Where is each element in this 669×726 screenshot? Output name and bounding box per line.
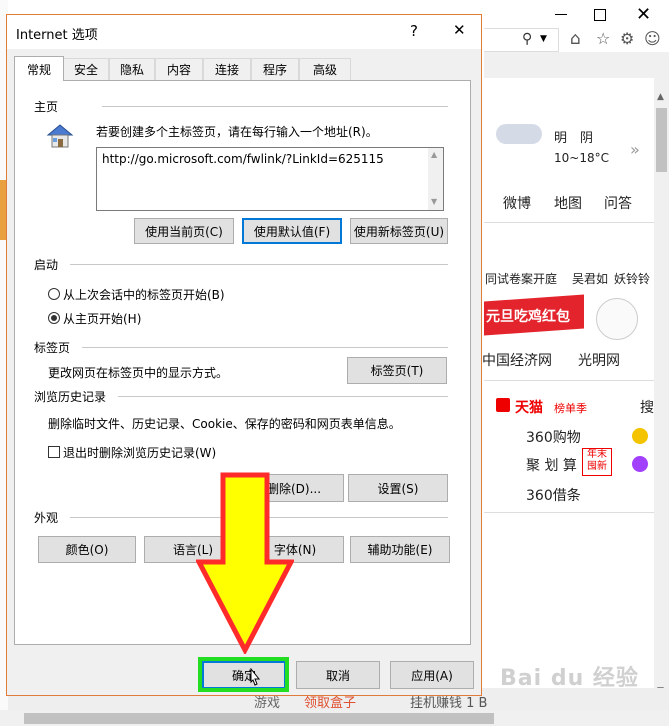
nav-link-map[interactable]: 地图 bbox=[554, 193, 582, 213]
tab-content[interactable]: 内容 bbox=[155, 58, 203, 80]
news-snippet[interactable]: 同试卷案开庭 bbox=[485, 270, 557, 287]
tab-programs[interactable]: 程序 bbox=[251, 58, 299, 80]
site-link[interactable]: 中国经济网 bbox=[482, 350, 552, 370]
year-end-badge: 年末 囤新 bbox=[582, 448, 612, 476]
scroll-thumb[interactable] bbox=[656, 108, 667, 172]
tabs-description: 更改网页在标签页中的显示方式。 bbox=[48, 366, 229, 380]
list-item[interactable]: 360借条 bbox=[526, 485, 581, 505]
banner-text: 元旦吃鸡红包 bbox=[486, 309, 570, 325]
list-icon bbox=[632, 456, 648, 472]
baidu-watermark: Bai du 经验 bbox=[500, 666, 639, 691]
tabs-button[interactable]: 标签页(T) bbox=[347, 357, 447, 384]
apply-button[interactable]: 应用(A) bbox=[390, 661, 474, 689]
delete-on-exit-label[interactable]: 退出时删除浏览历史记录(W) bbox=[63, 444, 216, 461]
expand-chevron-icon[interactable]: » bbox=[630, 140, 640, 159]
tab-security[interactable]: 安全 bbox=[63, 58, 109, 80]
delete-on-exit-checkbox[interactable] bbox=[48, 446, 60, 458]
use-new-tab-button[interactable]: 使用新标签页(U) bbox=[350, 218, 448, 244]
house-icon bbox=[44, 122, 76, 150]
weather-temp: 10~18°C bbox=[554, 151, 609, 165]
startup-heading: 启动 bbox=[34, 258, 59, 272]
nav-link-weibo[interactable]: 微博 bbox=[503, 193, 531, 213]
homepage-instruction: 若要创建多个主标签页，请在每行输入一个地址(R)。 bbox=[96, 125, 378, 139]
close-window-icon[interactable]: ✕ bbox=[636, 4, 651, 25]
smiley-icon[interactable]: ☺ bbox=[644, 29, 661, 48]
favorites-icon[interactable]: ☆ bbox=[596, 29, 610, 48]
scroll-up-icon[interactable]: ▲ bbox=[431, 150, 437, 159]
appearance-heading: 外观 bbox=[34, 511, 59, 525]
search-icon[interactable]: ⚲ bbox=[522, 31, 532, 47]
scroll-down-icon[interactable]: ▼ bbox=[431, 197, 437, 206]
section-divider bbox=[70, 264, 448, 265]
tabs-heading: 标签页 bbox=[34, 341, 71, 355]
search-partial: 搜 bbox=[640, 400, 654, 416]
homepage-url: http://go.microsoft.com/fwlink/?LinkId=6… bbox=[102, 152, 384, 166]
minimize-icon[interactable] bbox=[555, 14, 567, 15]
page-content bbox=[484, 78, 654, 708]
tab-privacy[interactable]: 隐私 bbox=[109, 58, 155, 80]
tab-advanced[interactable]: 高级 bbox=[299, 58, 351, 80]
nav-link-qa[interactable]: 问答 bbox=[604, 193, 632, 213]
news-snippet[interactable]: 吴君如 bbox=[572, 270, 608, 287]
tmall-name[interactable]: 天猫 bbox=[515, 397, 543, 417]
home-icon[interactable]: ⌂ bbox=[570, 29, 581, 49]
mouse-cursor-icon bbox=[248, 667, 262, 688]
radio-home-page-label[interactable]: 从主页开始(H) bbox=[63, 310, 141, 327]
list-icon bbox=[632, 428, 648, 444]
list-divider bbox=[484, 512, 654, 513]
radio-home-page[interactable] bbox=[48, 312, 60, 324]
tmall-icon bbox=[496, 398, 510, 412]
site-divider bbox=[484, 380, 654, 381]
list-item[interactable]: 360购物 bbox=[526, 427, 581, 447]
site-link[interactable]: 光明网 bbox=[578, 350, 620, 370]
tab-general[interactable]: 常规 bbox=[14, 56, 64, 81]
page-scrollbar[interactable] bbox=[654, 78, 669, 708]
radio-last-session-label[interactable]: 从上次会话中的标签页开始(B) bbox=[63, 286, 225, 303]
section-divider bbox=[118, 396, 448, 397]
history-heading: 浏览历史记录 bbox=[34, 390, 107, 404]
dialog-title: Internet 选项 bbox=[16, 28, 98, 43]
nav-divider bbox=[484, 222, 654, 223]
homepage-url-textarea[interactable]: http://go.microsoft.com/fwlink/?LinkId=6… bbox=[96, 147, 444, 211]
scroll-up-icon[interactable]: ▲ bbox=[657, 92, 664, 102]
help-button[interactable]: ? bbox=[410, 22, 418, 40]
textarea-scrollbar[interactable]: ▲ ▼ bbox=[428, 148, 443, 210]
maximize-icon[interactable] bbox=[594, 9, 606, 21]
radio-last-session[interactable] bbox=[48, 288, 60, 300]
use-default-button[interactable]: 使用默认值(F) bbox=[242, 218, 342, 244]
use-current-button[interactable]: 使用当前页(C) bbox=[134, 218, 234, 244]
colors-button[interactable]: 颜色(O) bbox=[38, 536, 136, 563]
tmall-tag: 榜单季 bbox=[554, 402, 587, 415]
horizontal-scroll-thumb[interactable] bbox=[24, 713, 494, 724]
list-item[interactable]: 聚 划 算 bbox=[526, 455, 577, 475]
settings-button[interactable]: 设置(S) bbox=[348, 474, 448, 502]
news-snippet[interactable]: 妖铃铃 bbox=[614, 270, 650, 287]
homepage-heading: 主页 bbox=[34, 100, 59, 114]
section-divider bbox=[82, 347, 448, 348]
cancel-button[interactable]: 取消 bbox=[296, 661, 380, 689]
section-divider bbox=[102, 106, 448, 107]
weather-condition: 明 阴 bbox=[554, 131, 594, 146]
weather-cloud-icon bbox=[496, 124, 542, 144]
gear-icon[interactable]: ⚙ bbox=[620, 29, 634, 48]
history-description: 删除临时文件、历史记录、Cookie、保存的密码和网页表单信息。 bbox=[48, 417, 401, 431]
tab-connections[interactable]: 连接 bbox=[203, 58, 251, 80]
mascot-icon bbox=[596, 298, 638, 340]
dialog-close-icon[interactable]: ✕ bbox=[453, 21, 466, 39]
accessibility-button[interactable]: 辅助功能(E) bbox=[350, 536, 450, 563]
annotation-arrow-icon bbox=[194, 472, 296, 656]
ok-highlight-box bbox=[198, 657, 289, 692]
dropdown-icon[interactable]: ▼ bbox=[540, 34, 547, 44]
browser-toolbar bbox=[484, 52, 669, 79]
